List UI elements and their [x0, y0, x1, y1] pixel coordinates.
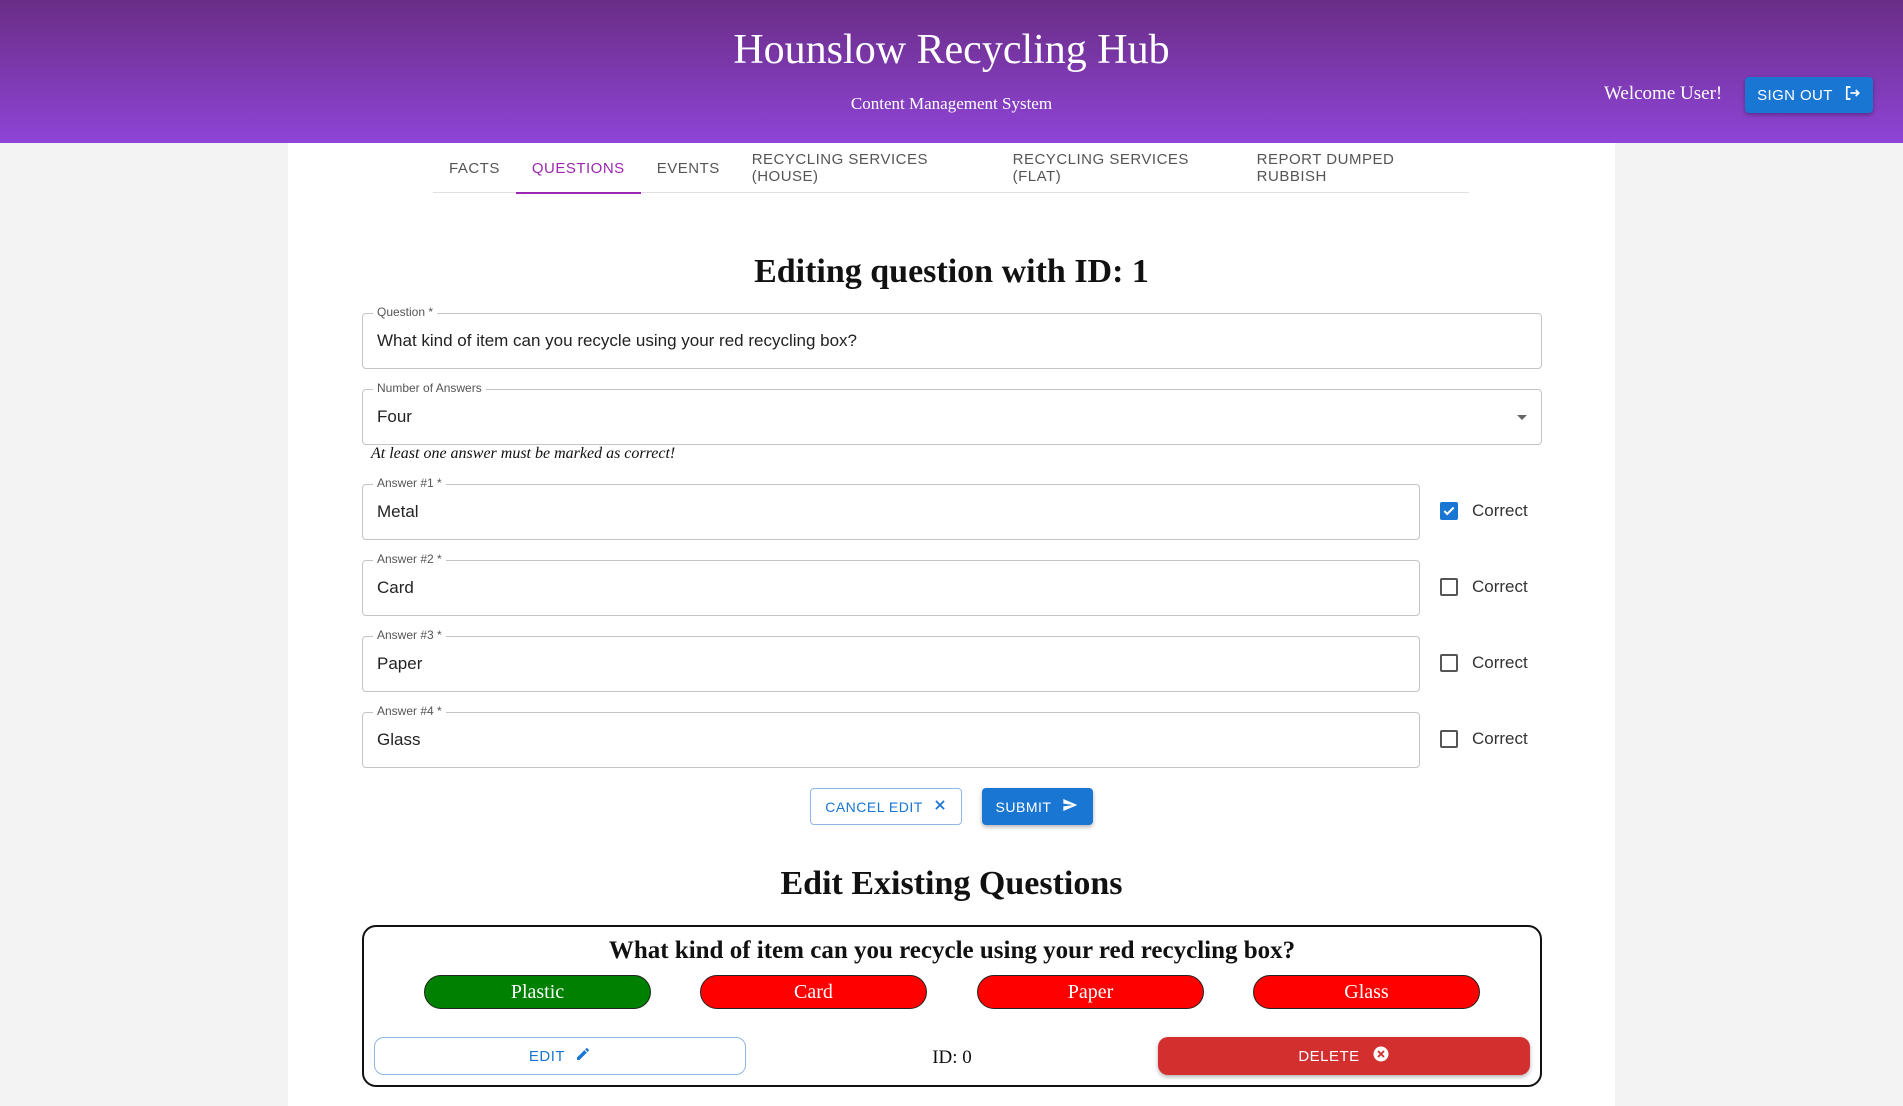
tab-report-dumped-rubbish[interactable]: REPORT DUMPED RUBBISH [1241, 143, 1469, 193]
submit-label: SUBMIT [995, 798, 1052, 815]
sign-out-button[interactable]: SIGN OUT [1745, 77, 1873, 113]
nav-tabs: FACTS QUESTIONS EVENTS RECYCLING SERVICE… [433, 143, 1469, 194]
answer-3-value: Paper [377, 654, 423, 673]
cancel-edit-button[interactable]: CANCEL EDIT [810, 788, 962, 825]
correct-answer-hint: At least one answer must be marked as co… [371, 445, 676, 462]
unchecked-checkbox-icon[interactable] [1440, 578, 1458, 596]
answer-3-field[interactable]: Answer #3 * Paper [362, 628, 1420, 692]
tab-recycling-services-house[interactable]: RECYCLING SERVICES (HOUSE) [736, 143, 997, 193]
welcome-text: Welcome User! [1604, 83, 1723, 104]
answer-3-correct-label: Correct [1472, 653, 1528, 672]
answer-1-field[interactable]: Answer #1 * Metal [362, 476, 1420, 540]
question-field[interactable]: Question * What kind of item can you rec… [362, 305, 1542, 369]
tab-events[interactable]: EVENTS [641, 143, 736, 193]
answer-pill-incorrect: Paper [977, 975, 1204, 1009]
number-of-answers-select[interactable]: Number of Answers Four [362, 381, 1542, 445]
tab-questions[interactable]: QUESTIONS [515, 143, 641, 194]
logout-icon [1843, 84, 1861, 106]
cancel-circle-icon [1372, 1045, 1390, 1067]
answer-2-value: Card [377, 578, 414, 597]
answer-4-field[interactable]: Answer #4 * Glass [362, 704, 1420, 768]
tab-recycling-services-flat[interactable]: RECYCLING SERVICES (FLAT) [997, 143, 1241, 193]
dropdown-arrow-icon [1517, 415, 1527, 420]
number-of-answers-value: Four [377, 407, 412, 426]
checked-checkbox-icon[interactable] [1440, 502, 1458, 520]
delete-question-button[interactable]: DELETE [1158, 1037, 1530, 1075]
answer-2-correct-label: Correct [1472, 577, 1528, 596]
answer-2-correct-toggle[interactable]: Correct [1440, 577, 1528, 597]
answer-1-value: Metal [377, 502, 419, 521]
answer-4-correct-toggle[interactable]: Correct [1440, 729, 1528, 749]
question-field-value: What kind of item can you recycle using … [377, 331, 858, 350]
answer-4-correct-label: Correct [1472, 729, 1528, 748]
app-header: Hounslow Recycling Hub Content Managemen… [0, 0, 1903, 143]
submit-button[interactable]: SUBMIT [982, 788, 1093, 825]
answer-1-correct-toggle[interactable]: Correct [1440, 501, 1528, 521]
question-card-text: What kind of item can you recycle using … [608, 937, 1296, 964]
answer-pill-incorrect: Card [700, 975, 927, 1009]
existing-questions-heading: Edit Existing Questions [780, 865, 1123, 902]
close-icon [933, 798, 947, 815]
question-card: What kind of item can you recycle using … [362, 925, 1542, 1087]
unchecked-checkbox-icon[interactable] [1440, 654, 1458, 672]
answer-4-value: Glass [377, 730, 421, 749]
answer-pill-correct: Plastic [424, 975, 651, 1009]
cancel-edit-label: CANCEL EDIT [825, 798, 923, 815]
app-title: Hounslow Recycling Hub [733, 27, 1170, 73]
answer-3-correct-toggle[interactable]: Correct [1440, 653, 1528, 673]
tab-facts[interactable]: FACTS [433, 143, 516, 193]
sign-out-label: SIGN OUT [1757, 86, 1833, 104]
answer-2-field[interactable]: Answer #2 * Card [362, 552, 1420, 616]
editor-heading: Editing question with ID: 1 [754, 253, 1149, 290]
content-panel: FACTS QUESTIONS EVENTS RECYCLING SERVICE… [288, 143, 1615, 1106]
send-icon [1061, 797, 1079, 816]
unchecked-checkbox-icon[interactable] [1440, 730, 1458, 748]
delete-question-label: DELETE [1298, 1047, 1360, 1065]
answer-1-correct-label: Correct [1472, 501, 1528, 520]
answer-pill-incorrect: Glass [1253, 975, 1480, 1009]
